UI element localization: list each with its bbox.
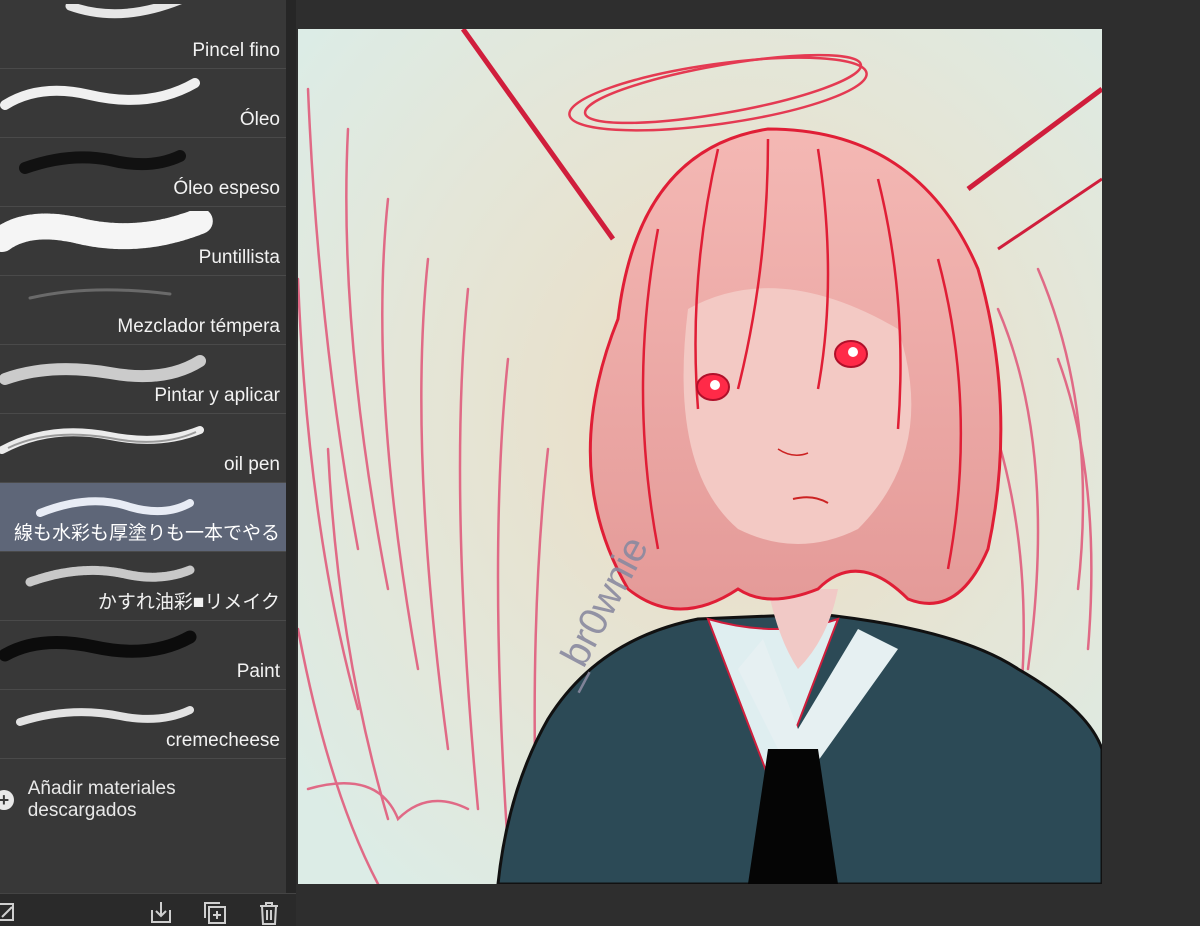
panel-splitter[interactable]	[286, 0, 296, 925]
brush-label: Mezclador témpera	[117, 316, 280, 337]
brush-item-paint[interactable]: Paint	[0, 621, 286, 690]
brush-label: かすれ油彩■リメイク	[97, 592, 280, 613]
brush-label: Paint	[236, 661, 280, 682]
add-materials-button[interactable]: + Añadir materiales descargados	[0, 778, 286, 822]
add-materials-label: Añadir materiales descargados	[27, 778, 176, 821]
brush-label: Puntillista	[198, 247, 280, 268]
brush-label: Pintar y aplicar	[154, 385, 280, 406]
brush-stroke-preview	[0, 211, 213, 252]
brush-item-cremecheese[interactable]: cremecheese	[0, 690, 286, 759]
trash-icon[interactable]	[256, 900, 282, 926]
brush-item-pincel-fino[interactable]: Pincel fino	[0, 0, 286, 69]
brush-stroke-preview	[0, 426, 204, 454]
brush-item-all-in-one[interactable]: 線も水彩も厚塗りも一本でやる	[0, 483, 286, 552]
brush-item-pintar-y-aplicar[interactable]: Pintar y aplicar	[0, 345, 286, 414]
brush-label: Óleo	[239, 109, 280, 130]
canvas-area[interactable]: _br0wnie	[296, 0, 1200, 925]
import-icon[interactable]	[148, 900, 174, 926]
brush-stroke-preview	[0, 630, 197, 662]
brush-panel: Pincel fino Óleo Óleo espeso Puntillista…	[0, 0, 286, 925]
brush-label: cremecheese	[165, 730, 280, 751]
brush-label: Pincel fino	[192, 40, 280, 61]
brush-list: Pincel fino Óleo Óleo espeso Puntillista…	[0, 0, 286, 759]
face	[683, 288, 912, 544]
brush-stroke-preview	[0, 78, 200, 110]
brush-item-oil-pen[interactable]: oil pen	[0, 414, 286, 483]
brush-item-faded-oil-remake[interactable]: かすれ油彩■リメイク	[0, 552, 286, 621]
duplicate-icon[interactable]	[202, 900, 228, 926]
brush-label: 線も水彩も厚塗りも一本でやる	[13, 523, 280, 544]
brush-panel-toolbar	[0, 893, 296, 926]
brush-item-mezclador-tempera[interactable]: Mezclador témpera	[0, 276, 286, 345]
brush-item-oleo-espeso[interactable]: Óleo espeso	[0, 138, 286, 207]
edit-settings-icon[interactable]	[0, 900, 20, 926]
artwork-canvas[interactable]: _br0wnie	[298, 29, 1102, 884]
brush-item-oleo[interactable]: Óleo	[0, 69, 286, 138]
brush-label: Óleo espeso	[173, 178, 280, 199]
artwork-illustration: _br0wnie	[298, 29, 1102, 884]
brush-label: oil pen	[224, 454, 280, 475]
brush-stroke-preview	[65, 4, 183, 19]
plus-circle-icon: +	[0, 790, 14, 810]
brush-item-puntillista[interactable]: Puntillista	[0, 207, 286, 276]
